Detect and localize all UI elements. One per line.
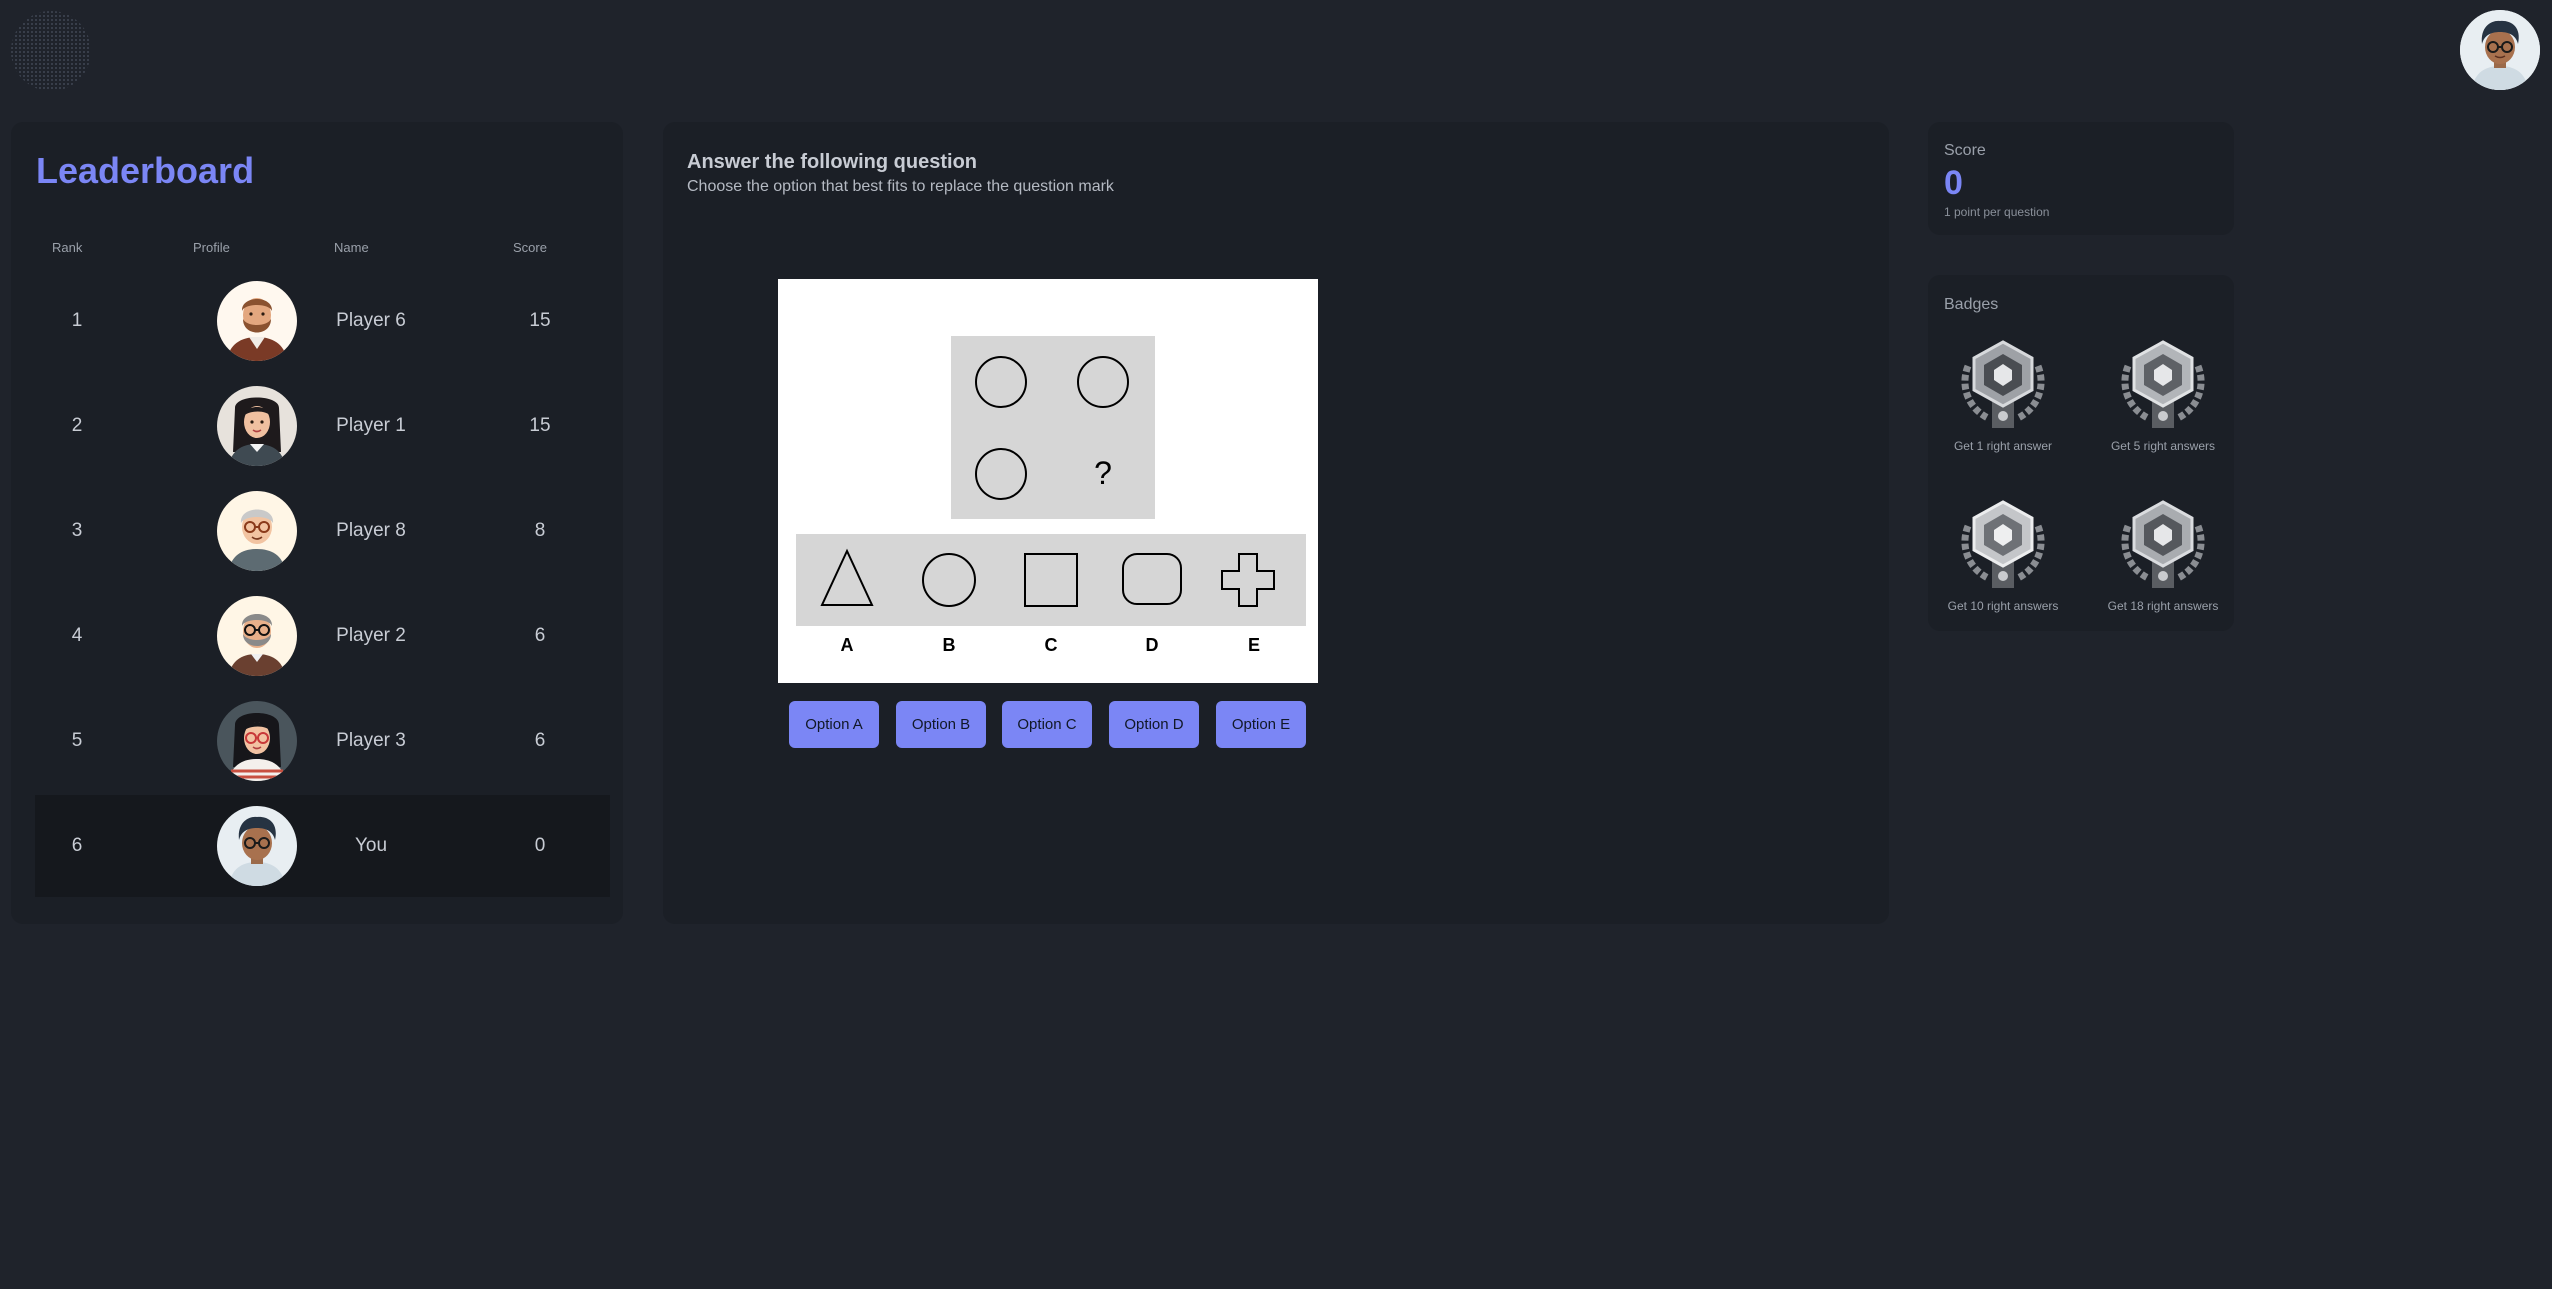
leaderboard-panel: Leaderboard Rank Profile Name Score 1 Pl…	[11, 122, 623, 924]
options-strip	[796, 534, 1306, 626]
score-cell: 6	[534, 625, 546, 646]
option-letter: D	[1146, 635, 1159, 655]
badge-caption: Get 10 right answers	[1947, 599, 2059, 613]
badge-caption: Get 1 right answer	[1953, 439, 2053, 453]
badge-caption: Get 18 right answers	[2107, 599, 2219, 613]
table-row: 5 Player 3 6	[35, 690, 610, 792]
name-cell: Player 2	[336, 625, 406, 646]
name-cell: Player 3	[336, 730, 406, 751]
leaderboard-title: Leaderboard	[36, 150, 255, 191]
question-subtitle: Choose the option that best fits to repl…	[687, 178, 1114, 195]
score-header: Score	[513, 240, 547, 255]
avatar	[217, 281, 297, 361]
name-cell: You	[354, 835, 388, 856]
score-cell: 15	[529, 310, 551, 331]
option-letter: A	[841, 635, 854, 655]
table-row: 1 Player 6 15	[35, 270, 610, 372]
badges-label: Badges	[1944, 296, 1999, 313]
rank-cell: 2	[71, 415, 83, 436]
avatar	[217, 596, 297, 676]
puzzle-figure: ? A B C D E	[796, 336, 1306, 655]
puzzle-grid	[951, 336, 1155, 519]
score-panel: Score 0 1 point per question	[1928, 122, 2234, 235]
badge-caption: Get 5 right answers	[2110, 439, 2216, 453]
badge-item: Get 10 right answers	[1928, 496, 2078, 646]
avatar	[217, 701, 297, 781]
avatar	[217, 386, 297, 466]
option-e-button[interactable]: Option E	[1216, 701, 1306, 748]
rank-cell: 4	[71, 625, 83, 646]
score-cell: 0	[534, 835, 546, 856]
score-cell: 6	[534, 730, 546, 751]
user-avatar[interactable]	[2460, 10, 2540, 90]
rank-cell: 1	[71, 310, 83, 331]
site-logo	[10, 10, 92, 92]
score-label: Score	[1944, 142, 1986, 159]
badge-item: Get 18 right answers	[2088, 496, 2238, 646]
badge-item: Get 1 right answer	[1928, 336, 2078, 486]
score-value: 0	[1944, 164, 1963, 202]
name-cell: Player 8	[336, 520, 406, 541]
profile-header: Profile	[193, 240, 230, 255]
name-cell: Player 1	[336, 415, 406, 436]
rank-cell: 5	[71, 730, 83, 751]
score-cell: 15	[529, 415, 551, 436]
table-row: 2 Player 1 15	[35, 375, 610, 477]
badge-item: Get 5 right answers	[2088, 336, 2238, 486]
name-cell: Player 6	[336, 310, 406, 331]
rank-cell: 6	[71, 835, 83, 856]
option-letter: E	[1248, 635, 1260, 655]
missing-mark: ?	[1094, 455, 1112, 491]
avatar	[217, 806, 297, 886]
option-letter: C	[1045, 635, 1058, 655]
rank-cell: 3	[71, 520, 83, 541]
medal-icon	[2121, 340, 2205, 428]
medal-icon	[2121, 500, 2205, 588]
table-row: 3 Player 8 8	[35, 480, 610, 582]
option-c-button[interactable]: Option C	[1002, 701, 1092, 748]
medal-icon	[1961, 500, 2045, 588]
name-header: Name	[334, 240, 369, 255]
table-row: 4 Player 2 6	[35, 585, 610, 687]
option-b-button[interactable]: Option B	[896, 701, 986, 748]
avatar	[217, 491, 297, 571]
option-letter: B	[943, 635, 956, 655]
puzzle-image: ? A B C D E	[778, 279, 1318, 683]
option-a-button[interactable]: Option A	[789, 701, 879, 748]
question-panel: Answer the following question Choose the…	[663, 122, 1889, 924]
score-note: 1 point per question	[1944, 205, 2050, 219]
rank-header: Rank	[52, 240, 83, 255]
table-row-current-user: 6 You 0	[35, 795, 610, 897]
medal-icon	[1961, 340, 2045, 428]
score-cell: 8	[534, 520, 546, 541]
question-title: Answer the following question	[687, 151, 977, 173]
option-d-button[interactable]: Option D	[1109, 701, 1199, 748]
badges-panel: Badges Get 1 right answer Get 5 right an…	[1928, 275, 2234, 631]
